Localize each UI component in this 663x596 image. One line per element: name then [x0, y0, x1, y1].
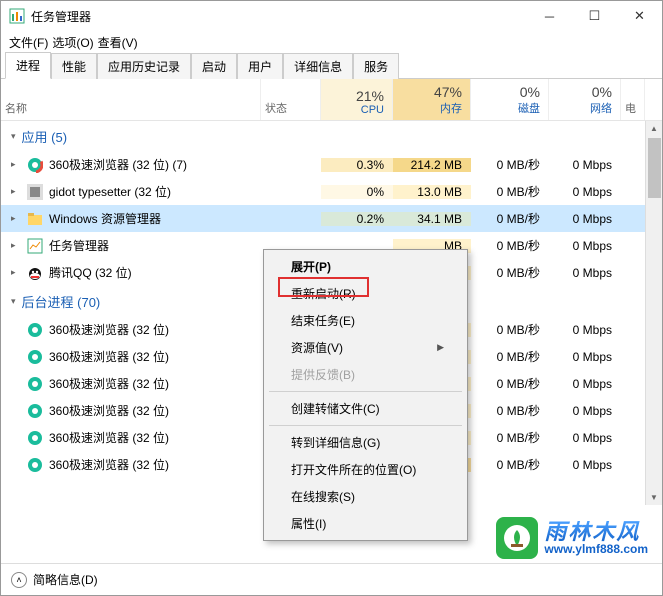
ctx-props[interactable]: 属性(I) — [267, 510, 464, 537]
close-button[interactable]: ✕ — [617, 1, 662, 31]
process-name: 腾讯QQ (32 位) — [49, 264, 132, 281]
process-name: gidot typesetter (32 位) — [49, 183, 171, 200]
menu-file[interactable]: 文件(F) — [9, 34, 48, 51]
process-name: Windows 资源管理器 — [49, 210, 161, 227]
folder-icon — [27, 211, 43, 227]
ctx-search[interactable]: 在线搜索(S) — [267, 483, 464, 510]
header-net[interactable]: 0%网络 — [549, 79, 621, 120]
ctx-resource[interactable]: 资源值(V)▶ — [267, 334, 464, 361]
chevron-up-icon[interactable]: ˄ — [11, 572, 27, 588]
app-icon — [27, 184, 43, 200]
scrollbar[interactable]: ▲ ▼ — [645, 121, 662, 505]
menu-options[interactable]: 选项(O) — [52, 34, 93, 51]
process-name: 360极速浏览器 (32 位) — [49, 321, 169, 338]
chevron-down-icon: ▾ — [11, 296, 16, 307]
table-row[interactable]: ▸Windows 资源管理器 0.2%34.1 MB0 MB/秒0 Mbps — [1, 205, 662, 232]
browser-icon — [27, 376, 43, 392]
header-status[interactable]: 状态 — [261, 79, 321, 120]
browser-icon — [27, 322, 43, 338]
table-row[interactable]: ▸360极速浏览器 (32 位) (7) 0.3%214.2 MB0 MB/秒0… — [1, 151, 662, 178]
process-name: 360极速浏览器 (32 位) (7) — [49, 156, 187, 173]
menubar: 文件(F) 选项(O) 查看(V) — [1, 31, 662, 53]
scroll-down-icon[interactable]: ▼ — [646, 490, 662, 505]
chevron-right-icon: ▶ — [437, 342, 444, 353]
context-menu: 展开(P) 重新启动(R) 结束任务(E) 资源值(V)▶ 提供反馈(B) 创建… — [263, 249, 468, 541]
chevron-right-icon: ▸ — [11, 186, 21, 197]
ctx-feedback: 提供反馈(B) — [267, 361, 464, 388]
tab-details[interactable]: 详细信息 — [283, 53, 353, 79]
menu-view[interactable]: 查看(V) — [98, 34, 138, 51]
tab-performance[interactable]: 性能 — [51, 53, 97, 79]
browser-icon — [27, 430, 43, 446]
chevron-down-icon: ▾ — [11, 131, 16, 142]
fewer-details-button[interactable]: 简略信息(D) — [33, 571, 98, 588]
browser-icon — [27, 403, 43, 419]
separator — [269, 425, 462, 426]
statusbar: ˄ 简略信息(D) — [1, 563, 662, 595]
section-apps-label: 应用 (5) — [22, 127, 68, 146]
process-name: 360极速浏览器 (32 位) — [49, 429, 169, 446]
section-bg-label: 后台进程 (70) — [22, 292, 101, 311]
header-name[interactable]: 名称 — [1, 79, 261, 120]
watermark-url: www.ylmf888.com — [544, 543, 648, 555]
chevron-right-icon: ▸ — [11, 267, 21, 278]
taskmgr-icon — [27, 238, 43, 254]
process-name: 360极速浏览器 (32 位) — [49, 402, 169, 419]
watermark: 雨林木风 www.ylmf888.com — [496, 517, 648, 559]
tabs: 进程 性能 应用历史记录 启动 用户 详细信息 服务 — [1, 53, 662, 79]
tab-startup[interactable]: 启动 — [191, 53, 237, 79]
ctx-expand[interactable]: 展开(P) — [267, 253, 464, 280]
app-icon — [9, 8, 25, 24]
separator — [269, 391, 462, 392]
browser-icon — [27, 349, 43, 365]
chevron-right-icon: ▸ — [11, 159, 21, 170]
tab-services[interactable]: 服务 — [353, 53, 399, 79]
process-name: 360极速浏览器 (32 位) — [49, 456, 169, 473]
chevron-right-icon: ▸ — [11, 240, 21, 251]
scrollbar-thumb[interactable] — [648, 138, 661, 198]
header-cpu[interactable]: 21%CPU — [321, 79, 393, 120]
header-disk[interactable]: 0%磁盘 — [471, 79, 549, 120]
header-mem[interactable]: 47%内存 — [393, 79, 471, 120]
qq-icon — [27, 265, 43, 281]
scroll-up-icon[interactable]: ▲ — [646, 121, 662, 136]
process-name: 360极速浏览器 (32 位) — [49, 375, 169, 392]
minimize-button[interactable]: ─ — [527, 1, 572, 31]
tab-history[interactable]: 应用历史记录 — [97, 53, 191, 79]
ctx-restart[interactable]: 重新启动(R) — [267, 280, 464, 307]
table-row[interactable]: ▸gidot typesetter (32 位) 0%13.0 MB0 MB/秒… — [1, 178, 662, 205]
tab-processes[interactable]: 进程 — [5, 52, 51, 79]
window-title: 任务管理器 — [31, 8, 527, 25]
process-name: 任务管理器 — [49, 237, 109, 254]
maximize-button[interactable]: ☐ — [572, 1, 617, 31]
watermark-text: 雨林木风 — [544, 521, 648, 543]
tab-users[interactable]: 用户 — [237, 53, 283, 79]
browser-icon — [27, 157, 43, 173]
browser-icon — [27, 457, 43, 473]
section-apps[interactable]: ▾ 应用 (5) — [1, 121, 662, 151]
ctx-details[interactable]: 转到详细信息(G) — [267, 429, 464, 456]
header-power[interactable]: 电 — [621, 79, 645, 120]
ctx-endtask[interactable]: 结束任务(E) — [267, 307, 464, 334]
process-name: 360极速浏览器 (32 位) — [49, 348, 169, 365]
ctx-dump[interactable]: 创建转储文件(C) — [267, 395, 464, 422]
logo-icon — [496, 517, 538, 559]
titlebar: 任务管理器 ─ ☐ ✕ — [1, 1, 662, 31]
column-headers: 名称 状态 21%CPU 47%内存 0%磁盘 0%网络 电 — [1, 79, 662, 121]
chevron-right-icon: ▸ — [11, 213, 21, 224]
ctx-openloc[interactable]: 打开文件所在的位置(O) — [267, 456, 464, 483]
